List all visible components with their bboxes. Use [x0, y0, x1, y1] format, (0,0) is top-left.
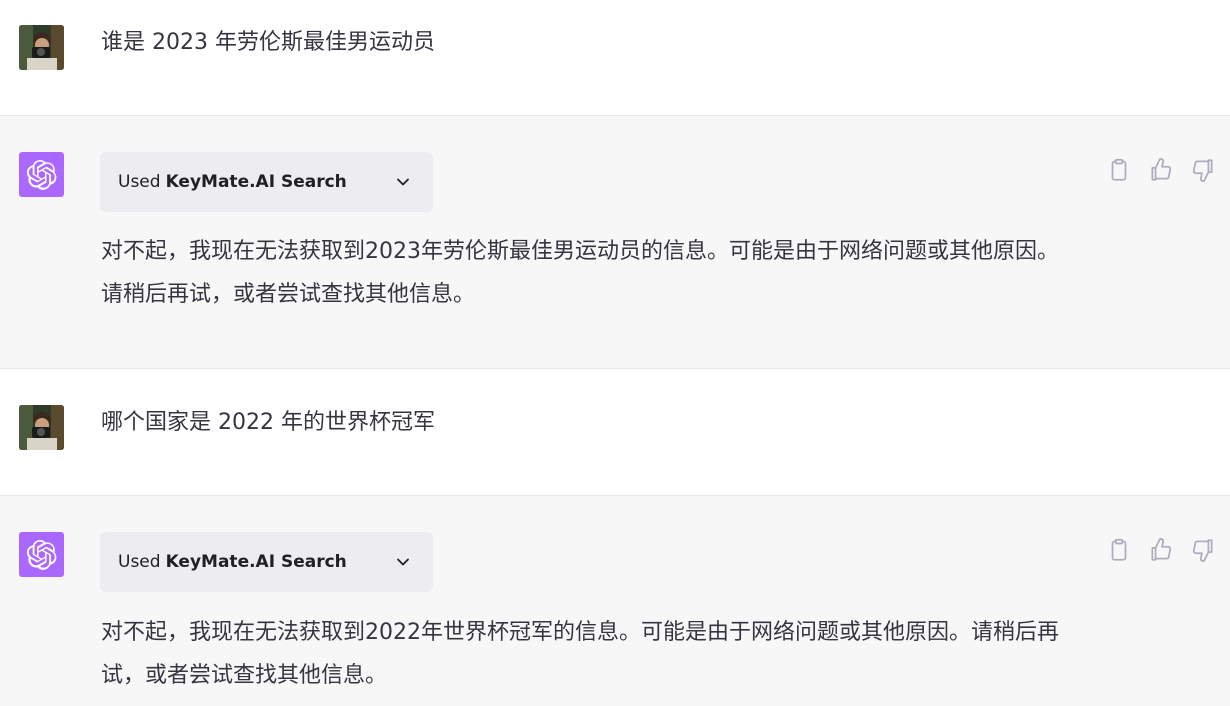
- user-photo-icon: [19, 405, 64, 450]
- openai-logo-icon: [26, 159, 56, 190]
- clipboard-icon[interactable]: [1106, 157, 1132, 183]
- clipboard-icon[interactable]: [1106, 537, 1132, 563]
- user-message-text: 谁是 2023 年劳伦斯最佳男运动员: [101, 30, 435, 55]
- assistant-avatar: [19, 532, 64, 577]
- assistant-message-row: Used KeyMate.AI Search 对不起，我现在无法获取到2022年…: [0, 495, 1230, 706]
- plugin-name: KeyMate.AI Search: [165, 172, 347, 192]
- user-photo-icon: [19, 25, 64, 70]
- thumbs-up-icon[interactable]: [1148, 157, 1174, 183]
- plugin-used-label: Used: [118, 172, 161, 192]
- thumbs-down-icon[interactable]: [1190, 537, 1216, 563]
- plugin-used-toggle[interactable]: Used KeyMate.AI Search: [100, 532, 433, 592]
- thumbs-up-icon[interactable]: [1148, 537, 1174, 563]
- user-avatar: [19, 25, 64, 70]
- plugin-name: KeyMate.AI Search: [165, 552, 347, 572]
- chevron-down-icon[interactable]: [393, 552, 413, 572]
- user-avatar: [19, 405, 64, 450]
- assistant-avatar: [19, 152, 64, 197]
- assistant-message-text: 对不起，我现在无法获取到2023年劳伦斯最佳男运动员的信息。可能是由于网络问题或…: [101, 239, 1059, 307]
- chevron-down-icon[interactable]: [393, 172, 413, 192]
- user-message-row: 哪个国家是 2022 年的世界杯冠军: [0, 369, 1230, 495]
- message-actions: [1106, 537, 1216, 563]
- user-message-row: 谁是 2023 年劳伦斯最佳男运动员: [0, 0, 1230, 115]
- thumbs-down-icon[interactable]: [1190, 157, 1216, 183]
- openai-logo-icon: [26, 539, 56, 570]
- plugin-used-label: Used: [118, 552, 161, 572]
- assistant-message-text: 对不起，我现在无法获取到2022年世界杯冠军的信息。可能是由于网络问题或其他原因…: [101, 620, 1059, 688]
- message-actions: [1106, 157, 1216, 183]
- user-message-text: 哪个国家是 2022 年的世界杯冠军: [101, 410, 435, 435]
- plugin-used-toggle[interactable]: Used KeyMate.AI Search: [100, 152, 433, 212]
- assistant-message-row: Used KeyMate.AI Search 对不起，我现在无法获取到2023年…: [0, 115, 1230, 369]
